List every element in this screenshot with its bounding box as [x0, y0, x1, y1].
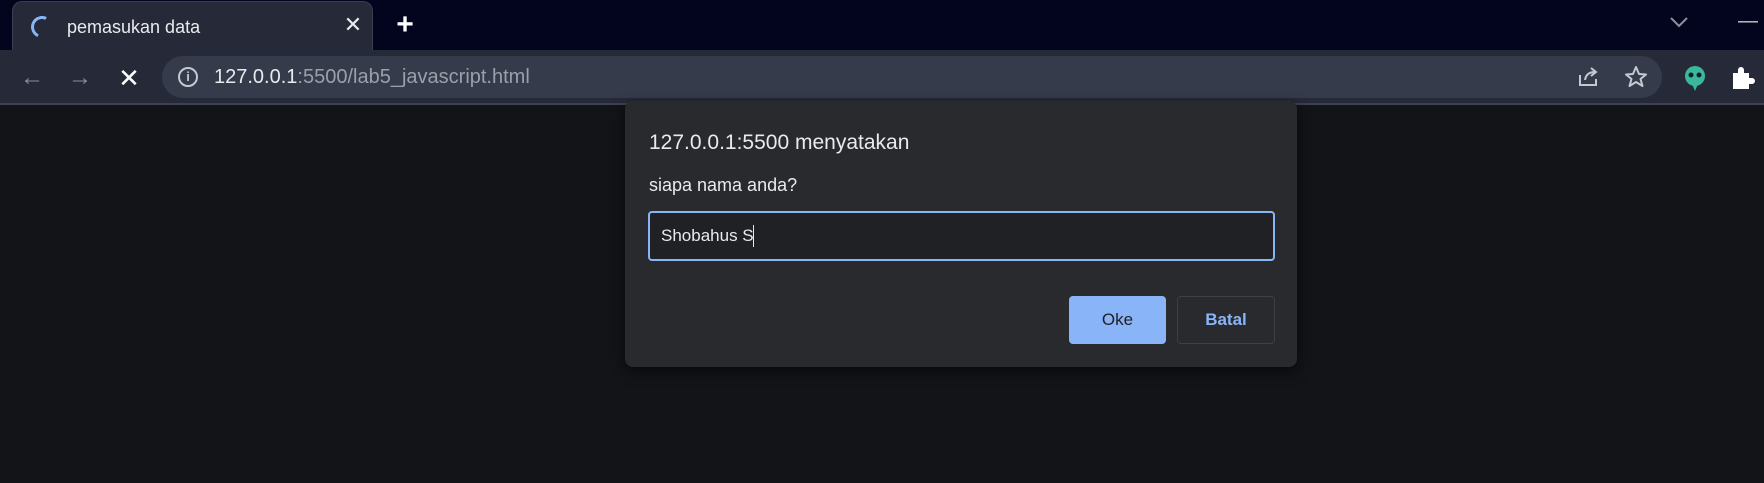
ok-button[interactable]: Oke	[1069, 296, 1166, 344]
back-button[interactable]: ←	[16, 62, 48, 94]
name-input[interactable]	[648, 211, 1275, 261]
info-icon[interactable]: i	[178, 67, 198, 87]
loading-spinner-icon	[27, 12, 57, 42]
dialog-title: 127.0.0.1:5500 menyatakan	[649, 131, 910, 154]
chevron-down-icon[interactable]	[1668, 12, 1690, 32]
browser-tab[interactable]: pemasukan data ✕	[12, 1, 373, 50]
share-icon[interactable]	[1576, 65, 1600, 89]
prompt-dialog: 127.0.0.1:5500 menyatakan siapa nama and…	[625, 101, 1297, 367]
stop-button[interactable]: ✕	[113, 62, 145, 94]
new-tab-button[interactable]: +	[390, 8, 420, 42]
cancel-button[interactable]: Batal	[1177, 296, 1275, 344]
browser-toolbar: ← → ✕ i 127.0.0.1:5500/lab5_javascript.h…	[0, 50, 1764, 105]
url-text: 127.0.0.1:5500/lab5_javascript.html	[214, 66, 530, 88]
tab-strip: pemasukan data ✕ + —	[0, 0, 1764, 50]
star-icon[interactable]	[1624, 65, 1648, 89]
tab-title: pemasukan data	[67, 17, 201, 37]
close-icon[interactable]: ✕	[340, 12, 366, 38]
text-caret	[753, 225, 754, 247]
dialog-message: siapa nama anda?	[649, 175, 798, 195]
forward-button[interactable]: →	[64, 62, 96, 94]
address-bar[interactable]: i 127.0.0.1:5500/lab5_javascript.html	[162, 56, 1662, 98]
extension-avatar-icon[interactable]	[1681, 64, 1709, 92]
puzzle-icon[interactable]	[1728, 64, 1756, 92]
minimize-icon[interactable]: —	[1738, 11, 1758, 34]
